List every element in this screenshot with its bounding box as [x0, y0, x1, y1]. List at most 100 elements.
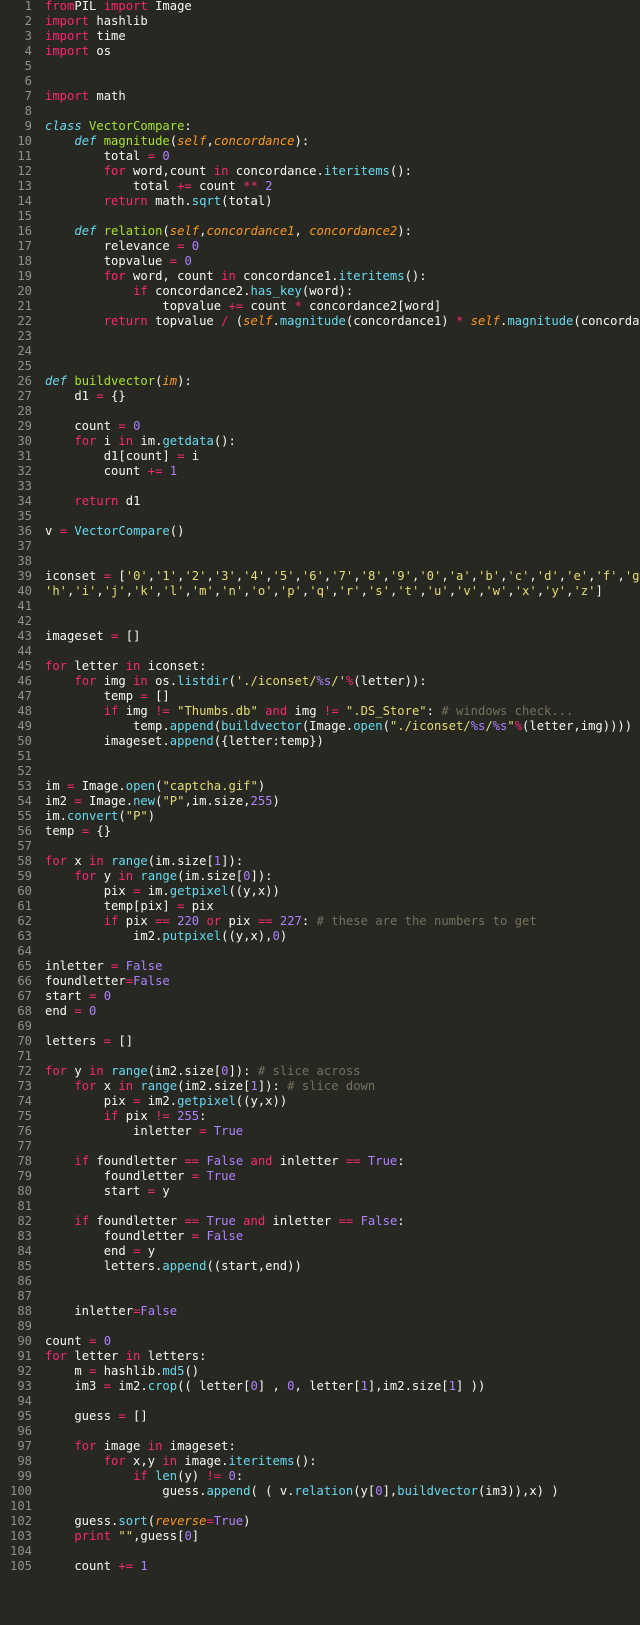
code-line[interactable]: 26 def buildvector(im):	[0, 374, 640, 389]
code-line[interactable]: 105 count += 1	[0, 1559, 640, 1574]
code-line[interactable]: 7 import math	[0, 89, 640, 104]
code-line[interactable]: 53 im = Image.open("captcha.gif")	[0, 779, 640, 794]
code-line[interactable]: 88 inletter=False	[0, 1304, 640, 1319]
code-line[interactable]: 94	[0, 1394, 640, 1409]
code-line[interactable]: 102 guess.sort(reverse=True)	[0, 1514, 640, 1529]
code-line[interactable]: 37	[0, 539, 640, 554]
code-line[interactable]: 45 for letter in iconset:	[0, 659, 640, 674]
code-line[interactable]: 101	[0, 1499, 640, 1514]
code-line[interactable]: 9 class VectorCompare:	[0, 119, 640, 134]
code-line[interactable]: 36 v = VectorCompare()	[0, 524, 640, 539]
code-line[interactable]: 81	[0, 1199, 640, 1214]
code-line[interactable]: 62 if pix == 220 or pix == 227: # these …	[0, 914, 640, 929]
code-line[interactable]: 31 d1[count] = i	[0, 449, 640, 464]
code-line[interactable]: 38	[0, 554, 640, 569]
code-line[interactable]: 69	[0, 1019, 640, 1034]
code-line[interactable]: 97 for image in imageset:	[0, 1439, 640, 1454]
code-line[interactable]: 87	[0, 1289, 640, 1304]
code-line[interactable]: 63 im2.putpixel((y,x),0)	[0, 929, 640, 944]
code-line[interactable]: 93 im3 = im2.crop(( letter[0] , 0, lette…	[0, 1379, 640, 1394]
code-line[interactable]: 18 topvalue = 0	[0, 254, 640, 269]
code-line[interactable]: 24	[0, 344, 640, 359]
code-line[interactable]: 92 m = hashlib.md5()	[0, 1364, 640, 1379]
code-line[interactable]: 51	[0, 749, 640, 764]
code-line[interactable]: 100 guess.append( ( v.relation(y[0],buil…	[0, 1484, 640, 1499]
code-line[interactable]: 19 for word, count in concordance1.iteri…	[0, 269, 640, 284]
code-line[interactable]: 2 import hashlib	[0, 14, 640, 29]
code-line[interactable]: 86	[0, 1274, 640, 1289]
code-editor[interactable]: 1 fromPIL import Image 2 import hashlib 3 imp…	[0, 0, 640, 1625]
code-line[interactable]: 72 for y in range(im2.size[0]): # slice a…	[0, 1064, 640, 1079]
code-line[interactable]: 25	[0, 359, 640, 374]
code-line[interactable]: 29 count = 0	[0, 419, 640, 434]
code-line[interactable]: 52	[0, 764, 640, 779]
code-line[interactable]: 68 end = 0	[0, 1004, 640, 1019]
code-line[interactable]: 83 foundletter = False	[0, 1229, 640, 1244]
code-line[interactable]: 82 if foundletter == True and inletter =…	[0, 1214, 640, 1229]
code-line[interactable]: 17 relevance = 0	[0, 239, 640, 254]
code-line[interactable]: 21 topvalue += count * concordance2[word…	[0, 299, 640, 314]
code-line[interactable]: 28	[0, 404, 640, 419]
code-line[interactable]: 70 letters = []	[0, 1034, 640, 1049]
code-line[interactable]: 98 for x,y in image.iteritems():	[0, 1454, 640, 1469]
code-line[interactable]: 50 imageset.append({letter:temp})	[0, 734, 640, 749]
code-line[interactable]: 80 start = y	[0, 1184, 640, 1199]
code-line[interactable]: 23	[0, 329, 640, 344]
code-line[interactable]: 20 if concordance2.has_key(word):	[0, 284, 640, 299]
code-line[interactable]: 65 inletter = False	[0, 959, 640, 974]
code-line[interactable]: 4 import os	[0, 44, 640, 59]
code-line[interactable]: 85 letters.append((start,end))	[0, 1259, 640, 1274]
code-line[interactable]: 49 temp.append(buildvector(Image.open(".…	[0, 719, 640, 734]
code-line[interactable]: 74 pix = im2.getpixel((y,x))	[0, 1094, 640, 1109]
code-line[interactable]: 66 foundletter=False	[0, 974, 640, 989]
code-line[interactable]: 77	[0, 1139, 640, 1154]
code-line[interactable]: 73 for x in range(im2.size[1]): # slice …	[0, 1079, 640, 1094]
code-line[interactable]: 10 def magnitude(self,concordance):	[0, 134, 640, 149]
code-line[interactable]: 56 temp = {}	[0, 824, 640, 839]
code-line[interactable]: 59 for y in range(im.size[0]):	[0, 869, 640, 884]
code-line[interactable]: 103 print "",guess[0]	[0, 1529, 640, 1544]
code-line[interactable]: 84 end = y	[0, 1244, 640, 1259]
code-line[interactable]: 15	[0, 209, 640, 224]
code-line[interactable]: 34 return d1	[0, 494, 640, 509]
code-line[interactable]: 1 fromPIL import Image	[0, 0, 640, 14]
code-line[interactable]: 78 if foundletter == False and inletter …	[0, 1154, 640, 1169]
code-line[interactable]: 16 def relation(self,concordance1, conco…	[0, 224, 640, 239]
code-line[interactable]: 90 count = 0	[0, 1334, 640, 1349]
code-line[interactable]: 99 if len(y) != 0:	[0, 1469, 640, 1484]
code-line[interactable]: 22 return topvalue / (self.magnitude(con…	[0, 314, 640, 329]
code-line[interactable]: 5	[0, 59, 640, 74]
code-line[interactable]: 57	[0, 839, 640, 854]
code-line[interactable]: 60 pix = im.getpixel((y,x))	[0, 884, 640, 899]
code-line[interactable]: 42	[0, 614, 640, 629]
code-line[interactable]: 58 for x in range(im.size[1]):	[0, 854, 640, 869]
code-line[interactable]: 12 for word,count in concordance.iterite…	[0, 164, 640, 179]
code-line[interactable]: 71	[0, 1049, 640, 1064]
code-line[interactable]: 46 for img in os.listdir('./iconset/%s/'…	[0, 674, 640, 689]
code-line[interactable]: 44	[0, 644, 640, 659]
code-line[interactable]: 39 iconset = ['0','1','2','3','4','5','6'…	[0, 569, 640, 584]
code-line[interactable]: 35	[0, 509, 640, 524]
code-line[interactable]: 55 im.convert("P")	[0, 809, 640, 824]
code-line[interactable]: 61 temp[pix] = pix	[0, 899, 640, 914]
code-line[interactable]: 30 for i in im.getdata():	[0, 434, 640, 449]
code-line[interactable]: 79 foundletter = True	[0, 1169, 640, 1184]
code-line[interactable]: 75 if pix != 255:	[0, 1109, 640, 1124]
code-line[interactable]: 89	[0, 1319, 640, 1334]
code-line[interactable]: 76 inletter = True	[0, 1124, 640, 1139]
code-line[interactable]: 91 for letter in letters:	[0, 1349, 640, 1364]
code-line[interactable]: 54 im2 = Image.new("P",im.size,255)	[0, 794, 640, 809]
code-line[interactable]: 33	[0, 479, 640, 494]
code-line[interactable]: 40'h','i','j','k','l','m','n','o','p','q…	[0, 584, 640, 599]
code-line[interactable]: 64	[0, 944, 640, 959]
code-line[interactable]: 27 d1 = {}	[0, 389, 640, 404]
code-line[interactable]: 43 imageset = []	[0, 629, 640, 644]
code-line[interactable]: 96	[0, 1424, 640, 1439]
code-line[interactable]: 41	[0, 599, 640, 614]
code-line[interactable]: 104	[0, 1544, 640, 1559]
code-line[interactable]: 14 return math.sqrt(total)	[0, 194, 640, 209]
code-line[interactable]: 13 total += count ** 2	[0, 179, 640, 194]
code-line[interactable]: 11 total = 0	[0, 149, 640, 164]
code-line[interactable]: 32 count += 1	[0, 464, 640, 479]
code-line[interactable]: 48 if img != "Thumbs.db" and img != ".DS…	[0, 704, 640, 719]
